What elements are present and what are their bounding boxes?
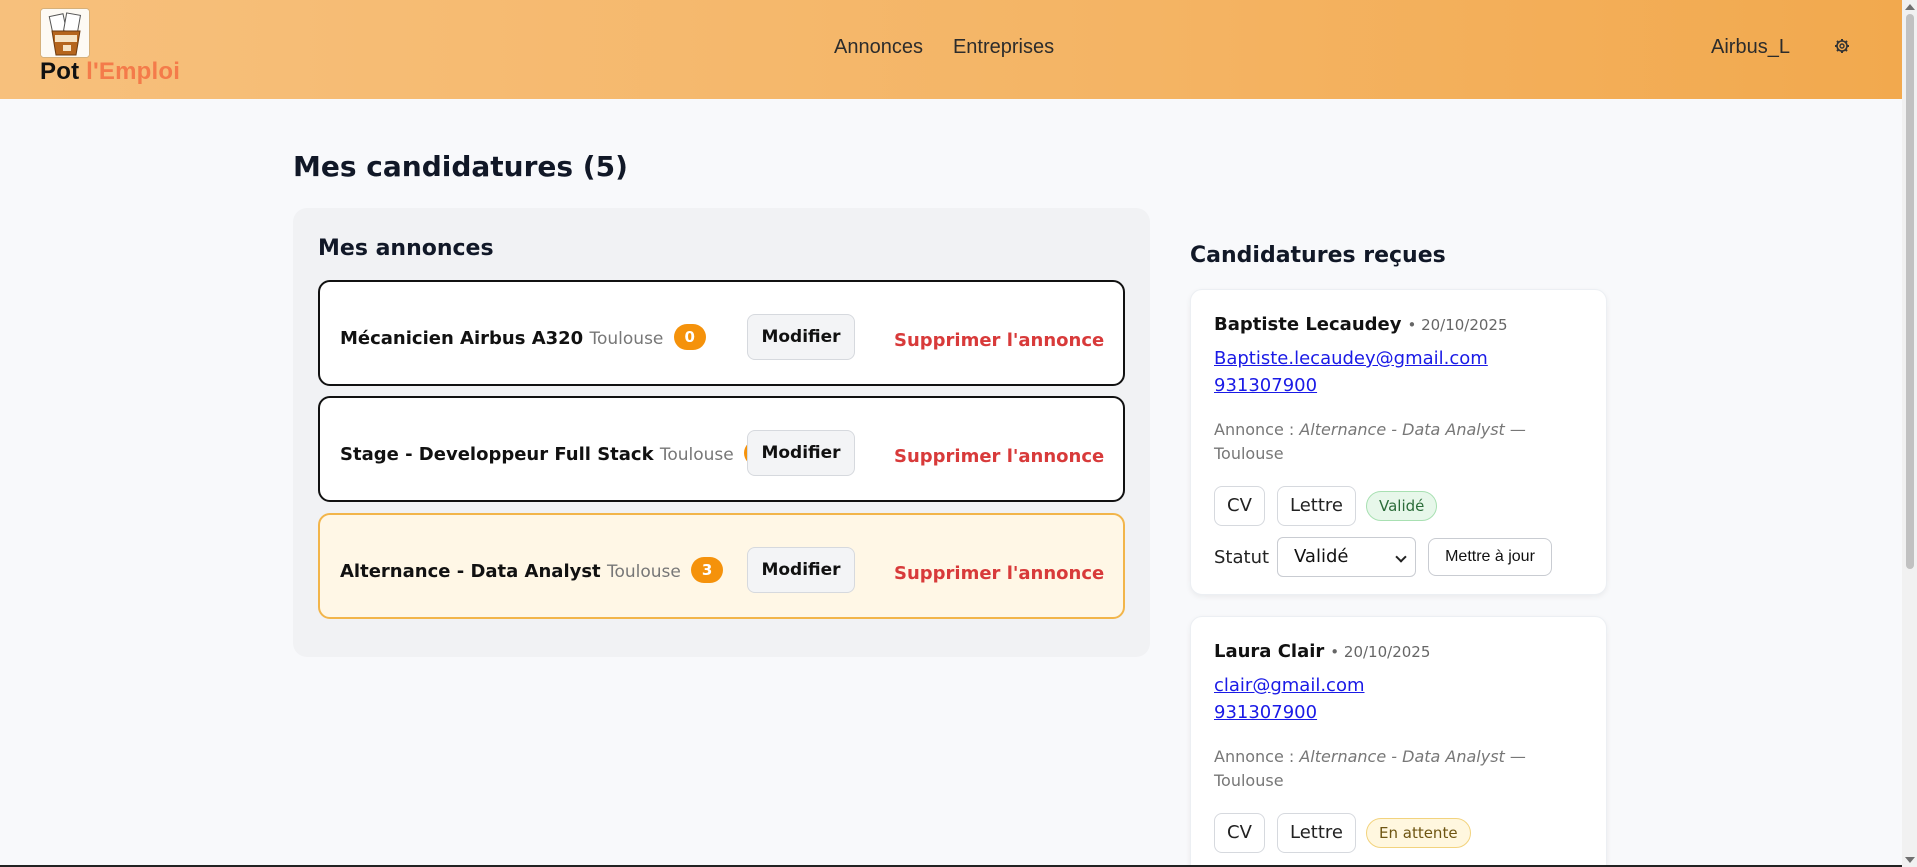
- logo-text-part1: Pot: [40, 58, 87, 85]
- annonce-prefix: Annonce :: [1214, 420, 1300, 439]
- offers-panel-title: Mes annonces: [318, 236, 494, 261]
- main-nav: Annonces Entreprises: [834, 36, 1054, 59]
- offer-city: Toulouse: [589, 329, 664, 349]
- modify-offer-button[interactable]: Modifier: [747, 314, 855, 360]
- applications-count-badge: 3: [691, 557, 724, 583]
- annonce-title: Alternance - Data Analyst: [1299, 420, 1505, 439]
- top-header: Pot l'Emploi Annonces Entreprises Airbus…: [0, 0, 1902, 99]
- offer-card[interactable]: Mécanicien Airbus A320 Toulouse 0 Modifi…: [318, 280, 1125, 386]
- offer-card-selected[interactable]: Alternance - Data Analyst Toulouse 3 Mod…: [318, 513, 1125, 619]
- scrollbar-thumb[interactable]: [1906, 14, 1914, 569]
- offer-title-row: Alternance - Data Analyst Toulouse 3: [340, 557, 724, 583]
- offer-title: Mécanicien Airbus A320: [340, 328, 584, 349]
- candidate-date: • 20/10/2025: [1330, 643, 1431, 661]
- modify-offer-button[interactable]: Modifier: [747, 430, 855, 476]
- candidate-annonce: Annonce : Alternance - Data Analyst — To…: [1214, 418, 1544, 466]
- chevron-down-icon: [1395, 551, 1407, 563]
- offer-city: Toulouse: [606, 562, 681, 582]
- cv-button[interactable]: CV: [1214, 813, 1265, 853]
- offer-title: Alternance - Data Analyst: [340, 561, 601, 582]
- delete-offer-button[interactable]: Supprimer l'annonce: [894, 563, 1104, 584]
- status-badge: Validé: [1366, 491, 1438, 521]
- scroll-down-arrow-icon[interactable]: [1905, 857, 1915, 863]
- nav-link-annonces[interactable]: Annonces: [834, 36, 923, 59]
- logo-text-part2: l'Emploi: [86, 58, 181, 85]
- candidate-name: Baptiste Lecaudey: [1214, 314, 1402, 335]
- logo-image[interactable]: [40, 8, 90, 58]
- status-select-value: Validé: [1294, 546, 1349, 567]
- applications-count-badge: 0: [673, 324, 706, 350]
- page-title: Mes candidatures (5): [293, 150, 628, 183]
- offer-title-row: Mécanicien Airbus A320 Toulouse 0: [340, 324, 706, 350]
- user-name[interactable]: Airbus_L: [1711, 36, 1790, 59]
- candidate-phone-link[interactable]: 931307900: [1214, 375, 1317, 396]
- offers-panel: Mes annonces Mécanicien Airbus A320 Toul…: [293, 208, 1150, 657]
- candidate-header: Baptiste Lecaudey • 20/10/2025: [1214, 314, 1508, 335]
- candidate-date: • 20/10/2025: [1407, 316, 1508, 334]
- delete-offer-button[interactable]: Supprimer l'annonce: [894, 330, 1104, 351]
- status-label: Statut: [1214, 547, 1270, 568]
- modify-offer-button[interactable]: Modifier: [747, 547, 855, 593]
- status-badge: En attente: [1366, 818, 1471, 848]
- offer-city: Toulouse: [659, 445, 734, 465]
- nav-link-entreprises[interactable]: Entreprises: [953, 36, 1054, 59]
- offer-card[interactable]: Stage - Developpeur Full Stack Toulouse …: [318, 396, 1125, 502]
- candidate-email-link[interactable]: Baptiste.lecaudey@gmail.com: [1214, 348, 1488, 369]
- update-status-button[interactable]: Mettre à jour: [1428, 538, 1552, 576]
- candidate-phone-link[interactable]: 931307900: [1214, 702, 1317, 723]
- annonce-prefix: Annonce :: [1214, 747, 1300, 766]
- logo-text[interactable]: Pot l'Emploi: [40, 58, 180, 86]
- scroll-up-arrow-icon[interactable]: [1905, 4, 1915, 10]
- candidate-email-link[interactable]: clair@gmail.com: [1214, 675, 1365, 696]
- candidate-card: Baptiste Lecaudey • 20/10/2025 Baptiste.l…: [1190, 289, 1607, 595]
- candidate-header: Laura Clair • 20/10/2025: [1214, 641, 1430, 662]
- offer-title-row: Stage - Developpeur Full Stack Toulouse …: [340, 440, 777, 466]
- letter-button[interactable]: Lettre: [1277, 486, 1356, 526]
- annonce-title: Alternance - Data Analyst: [1299, 747, 1505, 766]
- candidate-name: Laura Clair: [1214, 641, 1325, 662]
- candidate-annonce: Annonce : Alternance - Data Analyst — To…: [1214, 745, 1544, 793]
- offer-title: Stage - Developpeur Full Stack: [340, 444, 654, 465]
- vertical-scrollbar[interactable]: [1902, 0, 1917, 867]
- candidates-panel-title: Candidatures reçues: [1190, 243, 1446, 268]
- candidate-card: Laura Clair • 20/10/2025 clair@gmail.com …: [1190, 616, 1607, 867]
- delete-offer-button[interactable]: Supprimer l'annonce: [894, 446, 1104, 467]
- cv-button[interactable]: CV: [1214, 486, 1265, 526]
- letter-button[interactable]: Lettre: [1277, 813, 1356, 853]
- status-select[interactable]: Validé: [1277, 537, 1416, 577]
- gear-icon[interactable]: [1834, 38, 1850, 54]
